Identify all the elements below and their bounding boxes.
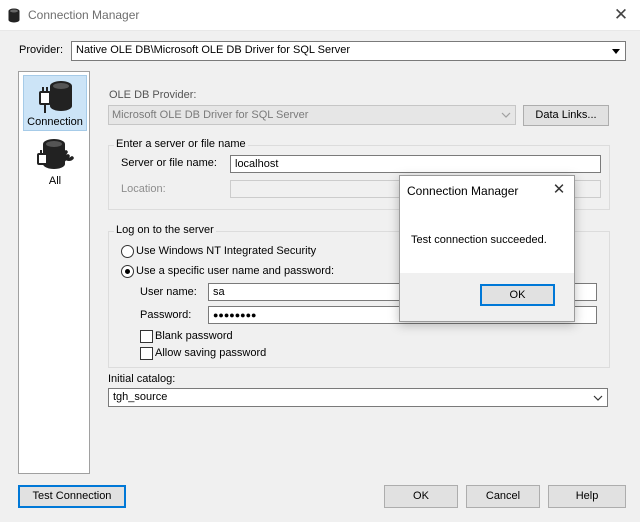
nav-item-all[interactable]: All bbox=[23, 134, 87, 192]
blank-password-checkbox[interactable] bbox=[140, 330, 153, 343]
nav-item-label: Connection bbox=[27, 116, 83, 128]
oledb-provider-value: Microsoft OLE DB Driver for SQL Server bbox=[112, 109, 309, 121]
oledb-provider-dropdown: Microsoft OLE DB Driver for SQL Server bbox=[108, 105, 516, 125]
server-name-value: localhost bbox=[235, 158, 279, 170]
chevron-down-icon[interactable] bbox=[592, 392, 604, 404]
ok-button[interactable]: OK bbox=[384, 485, 458, 508]
window-close-button[interactable]: ✕ bbox=[608, 3, 634, 27]
server-name-label: Server or file name: bbox=[121, 157, 217, 169]
specific-user-label[interactable]: Use a specific user name and password: bbox=[136, 265, 334, 277]
message-text: Test connection succeeded. bbox=[411, 234, 547, 246]
close-icon[interactable]: ✕ bbox=[551, 182, 567, 199]
message-box-footer: OK bbox=[400, 273, 574, 321]
provider-label: Provider: bbox=[19, 44, 64, 56]
blank-password-label[interactable]: Blank password bbox=[155, 330, 233, 342]
message-box-title: Connection Manager bbox=[407, 184, 519, 198]
windows-security-radio[interactable] bbox=[121, 245, 134, 258]
page-nav: Connection All bbox=[18, 71, 90, 474]
initial-catalog-value: tgh_source bbox=[113, 391, 168, 403]
location-label: Location: bbox=[121, 183, 166, 195]
specific-user-radio[interactable] bbox=[121, 265, 134, 278]
group-title: Log on to the server bbox=[114, 224, 216, 236]
data-links-button[interactable]: Data Links... bbox=[523, 105, 609, 126]
help-button[interactable]: Help bbox=[548, 485, 626, 508]
test-connection-button[interactable]: Test Connection bbox=[18, 485, 126, 508]
allow-saving-password-checkbox[interactable] bbox=[140, 347, 153, 360]
oledb-provider-label: OLE DB Provider: bbox=[109, 89, 197, 101]
message-ok-button[interactable]: OK bbox=[480, 284, 555, 306]
radio-selected-dot bbox=[125, 269, 130, 274]
window-title: Connection Manager bbox=[28, 8, 140, 22]
cancel-button[interactable]: Cancel bbox=[466, 485, 540, 508]
allow-saving-password-label[interactable]: Allow saving password bbox=[155, 347, 266, 359]
provider-value: Native OLE DB\Microsoft OLE DB Driver fo… bbox=[76, 44, 351, 56]
chevron-down-icon bbox=[500, 109, 512, 121]
group-title: Enter a server or file name bbox=[114, 138, 248, 150]
title-bar: Connection Manager ✕ bbox=[0, 0, 640, 31]
password-label: Password: bbox=[140, 309, 192, 321]
windows-security-label[interactable]: Use Windows NT Integrated Security bbox=[136, 245, 316, 257]
nav-item-connection[interactable]: Connection bbox=[23, 75, 87, 131]
provider-dropdown[interactable]: Native OLE DB\Microsoft OLE DB Driver fo… bbox=[71, 41, 626, 61]
database-wrench-icon bbox=[36, 136, 74, 174]
password-value: ●●●●●●●● bbox=[213, 310, 257, 320]
message-box: Connection Manager ✕ Test connection suc… bbox=[399, 175, 575, 322]
initial-catalog-dropdown[interactable]: tgh_source bbox=[108, 388, 608, 407]
nav-item-label: All bbox=[48, 175, 62, 187]
database-plug-icon bbox=[37, 78, 75, 116]
server-name-field[interactable]: localhost bbox=[230, 155, 601, 173]
username-value: sa bbox=[213, 286, 225, 298]
chevron-down-icon[interactable] bbox=[608, 43, 624, 59]
initial-catalog-label: Initial catalog: bbox=[108, 373, 176, 385]
database-icon bbox=[8, 8, 20, 23]
username-label: User name: bbox=[140, 286, 197, 298]
